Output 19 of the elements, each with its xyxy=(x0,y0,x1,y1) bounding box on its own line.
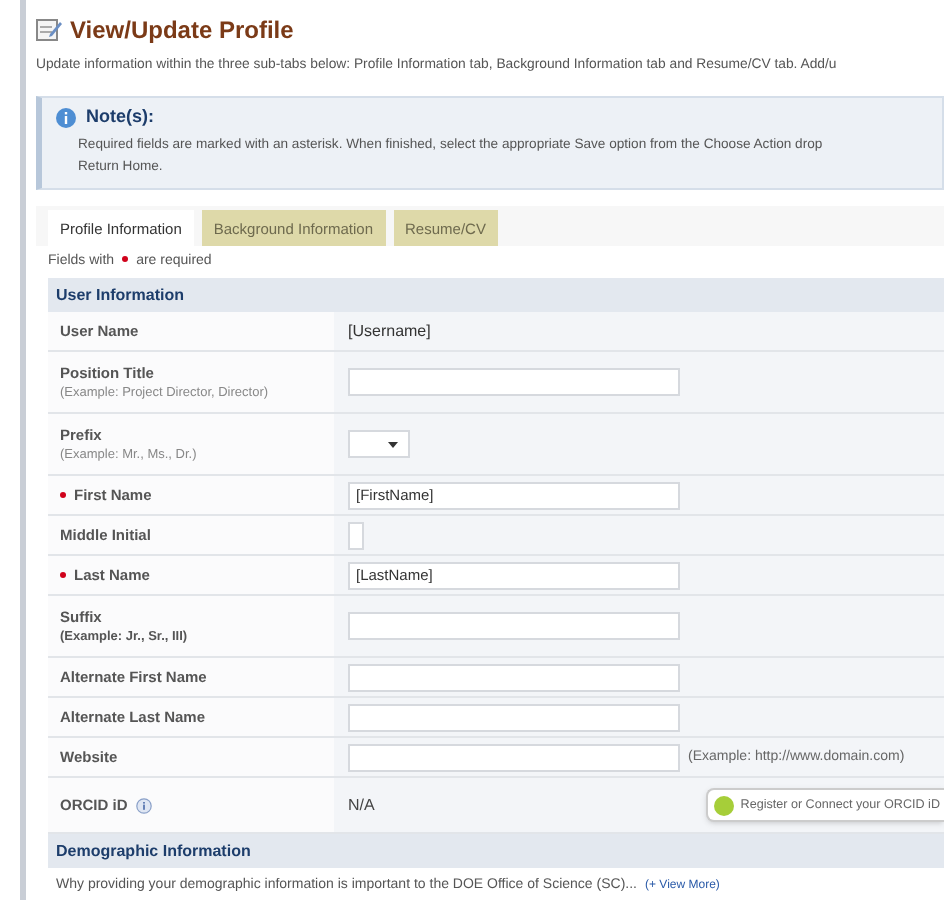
note-title: Note(s): xyxy=(86,104,154,131)
badge-icon xyxy=(714,795,735,816)
field-value: [Username] xyxy=(348,319,431,344)
prefix-select[interactable] xyxy=(348,430,410,459)
edit-document-icon xyxy=(36,18,62,42)
required-marker-icon xyxy=(122,256,129,263)
input-field[interactable] xyxy=(348,612,680,641)
section-header: Demographic Information xyxy=(48,834,944,869)
input-field[interactable] xyxy=(348,368,680,397)
input-field[interactable] xyxy=(348,663,680,692)
info-icon[interactable] xyxy=(135,797,152,814)
input-field[interactable] xyxy=(348,703,680,732)
page-title: View/Update Profile xyxy=(70,14,294,48)
section-header: User Information xyxy=(48,278,944,313)
info-icon xyxy=(56,108,76,129)
input-field[interactable] xyxy=(348,521,364,550)
input-field[interactable] xyxy=(348,743,680,772)
field-value: N/A xyxy=(348,793,375,818)
caret-icon xyxy=(388,441,398,448)
